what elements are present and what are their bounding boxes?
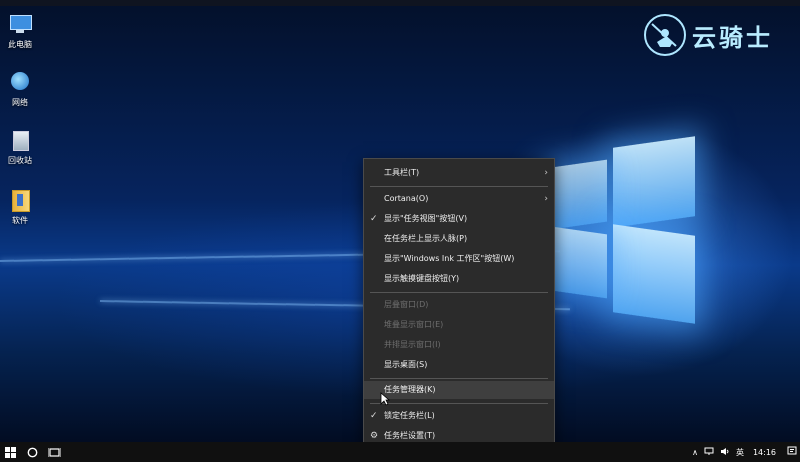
menu-item-taskbar-settings[interactable]: ⚙ 任务栏设置(T)	[364, 427, 554, 442]
menu-item-label: 锁定任务栏(L)	[384, 411, 435, 420]
taskbar-context-menu: 工具栏(T) › Cortana(O) › ✓ 显示"任务视图"按钮(V) 在任…	[363, 158, 555, 442]
system-tray: ∧ 英 14:16	[689, 442, 800, 462]
menu-item-side-by-side-windows: 并排显示窗口(I)	[364, 336, 554, 354]
menu-item-label: Cortana(O)	[384, 194, 429, 203]
knight-logo-icon	[644, 14, 686, 56]
menu-item-label: 显示触摸键盘按钮(Y)	[384, 274, 460, 283]
menu-item-label: 任务栏设置(T)	[384, 431, 436, 440]
menu-item-label: 在任务栏上显示人脉(P)	[384, 234, 468, 243]
menu-item-show-desktop[interactable]: 显示桌面(S)	[364, 356, 554, 374]
menu-item-show-task-view[interactable]: ✓ 显示"任务视图"按钮(V)	[364, 210, 554, 228]
menu-separator	[370, 186, 548, 187]
menu-separator	[370, 292, 548, 293]
menu-item-task-manager[interactable]: 任务管理器(K)	[364, 381, 554, 399]
menu-item-stack-windows: 堆叠显示窗口(E)	[364, 316, 554, 334]
desktop-icon-label: 软件	[12, 216, 28, 225]
folder-icon	[8, 188, 32, 212]
menu-item-label: 堆叠显示窗口(E)	[384, 320, 444, 329]
start-button[interactable]	[0, 442, 20, 462]
menu-item-label: 任务管理器(K)	[384, 385, 436, 394]
menu-separator	[370, 378, 548, 379]
menu-item-cascade-windows: 层叠窗口(D)	[364, 296, 554, 314]
network-tray-icon[interactable]	[701, 447, 717, 458]
cortana-circle-icon	[27, 447, 37, 457]
mouse-cursor-icon	[380, 392, 390, 406]
brand-watermark: 云骑士	[644, 14, 773, 56]
task-view-icon	[47, 447, 61, 457]
checkmark-icon: ✓	[370, 411, 378, 421]
menu-item-cortana[interactable]: Cortana(O) ›	[364, 190, 554, 208]
desktop-icon-software[interactable]: 软件	[0, 188, 42, 226]
checkmark-icon: ✓	[370, 214, 378, 224]
desktop-icon-label: 网络	[12, 98, 28, 107]
recycle-bin-icon	[8, 128, 32, 152]
submenu-arrow-icon: ›	[544, 168, 548, 178]
menu-item-label: 显示桌面(S)	[384, 360, 428, 369]
menu-separator	[370, 403, 548, 404]
menu-item-show-ink-workspace[interactable]: 显示"Windows Ink 工作区"按钮(W)	[364, 250, 554, 268]
show-hidden-icons-chevron-icon[interactable]: ∧	[689, 448, 701, 457]
brand-name: 云骑士	[692, 22, 773, 52]
taskbar[interactable]: ∧ 英 14:16	[0, 442, 800, 462]
windows-start-icon	[4, 446, 16, 458]
desktop-icon-recycle-bin[interactable]: 回收站	[0, 128, 42, 166]
menu-item-show-touch-keyboard[interactable]: 显示触摸键盘按钮(Y)	[364, 270, 554, 288]
menu-item-label: 显示"任务视图"按钮(V)	[384, 214, 468, 223]
menu-item-label: 层叠窗口(D)	[384, 300, 429, 309]
menu-item-label: 显示"Windows Ink 工作区"按钮(W)	[384, 254, 515, 263]
action-center-icon[interactable]	[784, 446, 800, 458]
desktop: 此电脑 网络 回收站 软件 云骑士 工具栏(T) › Cortana(O) › …	[0, 0, 800, 442]
menu-item-toolbars[interactable]: 工具栏(T) ›	[364, 164, 554, 182]
desktop-icon-network[interactable]: 网络	[0, 70, 42, 108]
submenu-arrow-icon: ›	[544, 194, 548, 204]
menu-item-show-people[interactable]: 在任务栏上显示人脉(P)	[364, 230, 554, 248]
cortana-search-button[interactable]	[22, 442, 42, 462]
task-view-button[interactable]	[44, 442, 64, 462]
clock[interactable]: 14:16	[747, 448, 784, 457]
computer-icon	[8, 12, 32, 36]
volume-tray-icon[interactable]	[717, 447, 733, 458]
desktop-icon-this-pc[interactable]: 此电脑	[0, 12, 42, 50]
menu-item-label: 并排显示窗口(I)	[384, 340, 441, 349]
top-edge	[0, 0, 800, 6]
menu-item-label: 工具栏(T)	[384, 168, 420, 177]
gear-icon: ⚙	[370, 431, 379, 441]
menu-item-lock-taskbar[interactable]: ✓ 锁定任务栏(L)	[364, 407, 554, 425]
desktop-icon-label: 此电脑	[8, 40, 32, 49]
network-icon	[8, 70, 32, 94]
desktop-icon-label: 回收站	[8, 156, 32, 165]
input-method-indicator[interactable]: 英	[733, 447, 747, 458]
